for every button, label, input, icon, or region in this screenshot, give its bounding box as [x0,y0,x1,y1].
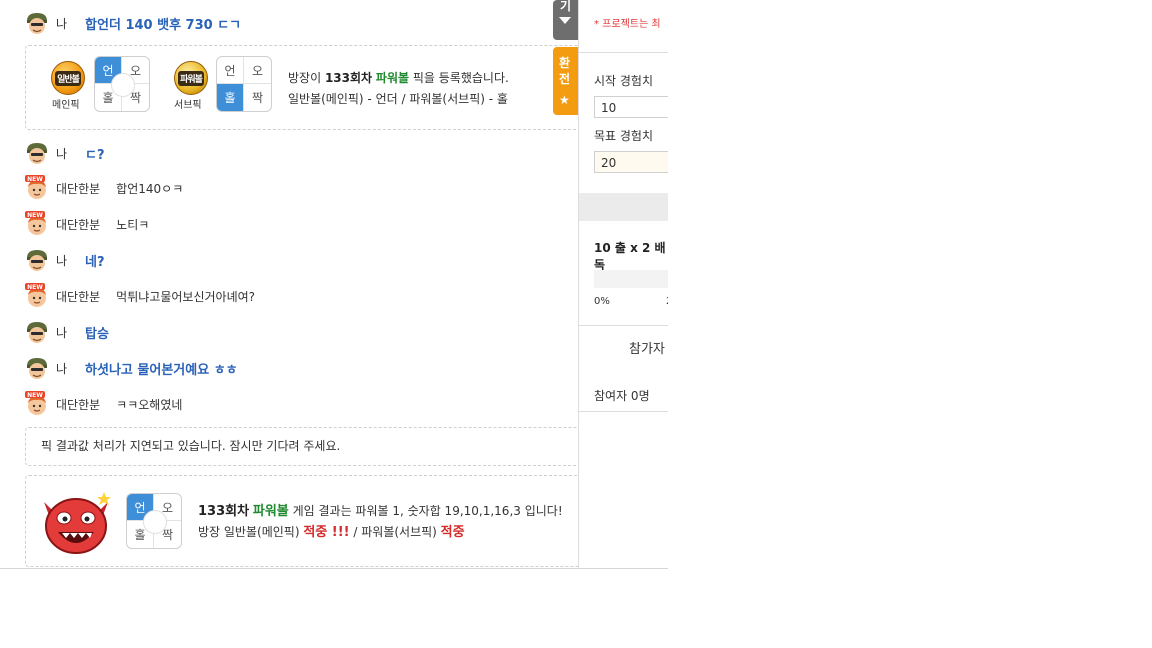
result-main-pick: 방장 일반볼(메인픽) [198,525,304,539]
side-panel: * 프로젝트는 최 시작 경험치 10 목표 경험치 20 10 출 x 2 배… [578,0,668,568]
chat-panel: 나 합언더 140 뱃후 730 ㄷㄱ 일반볼 메인픽 언 오 홀 짝 파워볼 … [0,0,578,568]
start-exp-input[interactable]: 10 [594,96,668,118]
chat-message: NEW 대단한분 ㅋㅋ오해였네 [24,391,182,417]
side-notice: * 프로젝트는 최 [594,19,661,30]
section-bar [579,193,668,221]
divider [579,52,668,53]
collapse-button-label: 기 [560,0,572,13]
pick-cell-odd: 홀 [217,84,244,111]
new-badge: NEW [27,392,43,399]
soldier-avatar-icon [24,247,50,273]
target-exp-input[interactable]: 20 [594,151,668,173]
pick-detail: 일반볼(메인픽) - 언더 / 파워볼(서브픽) - 홀 [288,92,508,106]
power-ball-text: 파워볼 [178,70,204,86]
message-author: 대단한분 [56,397,101,412]
normal-ball-icon: 일반볼 [51,61,85,95]
chat-message: NEW 대단한분 합언140ㅇㅋ [24,175,183,201]
soldier-avatar-icon [24,10,50,36]
new-badge: NEW [27,176,43,183]
delay-notice-box: 픽 결과값 처리가 지연되고 있습니다. 잠시만 기다려 주세요. [25,427,578,466]
soldier-avatar-icon [24,355,50,381]
chat-message: 나 합언더 140 뱃후 730 ㄷㄱ [24,10,241,36]
chat-message: 나 네? [24,247,105,273]
message-author: 나 [56,146,68,161]
result-summary: 게임 결과는 파워볼 1, 숫자합 19,10,1,16,3 입니다! [288,504,563,518]
participants-header: 참가자 [629,342,665,357]
message-author: 나 [56,325,68,340]
grid-center-dot [143,510,167,534]
main-pick-grid: 언 오 홀 짝 [94,56,150,112]
exchange-button-label: 환전 [559,56,571,86]
message-author: 대단한분 [56,289,101,304]
pick-round: 133회차 [324,71,373,85]
multiplier-text: 10 출 x 2 배독 [594,241,666,272]
result-sub-pick: / 파워볼(서브픽) [349,525,441,539]
result-grid: 언 오 홀 짝 [126,493,182,549]
message-text: 합언140ㅇㅋ [116,181,184,196]
start-exp-label: 시작 경험치 [594,74,654,88]
message-text: ㄷ? [85,147,105,163]
result-hit-main: 적중 !!! [303,525,350,540]
result-game: 파워볼 [252,504,289,519]
message-author: 대단한분 [56,217,101,232]
pick-registered-box: 일반볼 메인픽 언 오 홀 짝 파워볼 서브픽 언 오 홀 짝 방장이 133회… [25,45,578,130]
power-ball-icon: 파워볼 [174,61,208,95]
divider [579,411,668,412]
sub-pick-label: 서브픽 [174,100,202,111]
normal-ball-text: 일반볼 [55,70,81,86]
message-author: 대단한분 [56,181,101,196]
app-window: 나 합언더 140 뱃후 730 ㄷㄱ 일반볼 메인픽 언 오 홀 짝 파워볼 … [0,0,668,569]
message-text: 하셧나고 물어본거예요 ㅎㅎ [85,362,238,378]
progress-mark: 2 [666,296,668,307]
caret-down-icon [559,17,571,24]
pick-cell-over: 오 [244,57,271,84]
progress-bar [594,270,668,288]
newbie-avatar-icon: NEW [24,391,50,417]
message-author: 나 [56,253,68,268]
grid-center-dot [111,73,135,97]
sub-pick-grid: 언 오 홀 짝 [216,56,272,112]
delay-notice-text: 픽 결과값 처리가 지연되고 있습니다. 잠시만 기다려 주세요. [41,439,341,453]
newbie-avatar-icon: NEW [24,283,50,309]
chat-message: 나 탑승 [24,319,109,345]
divider [579,325,668,326]
pick-cell-under: 언 [217,57,244,84]
chat-message: 나 ㄷ? [24,140,105,166]
message-text: 탑승 [85,326,109,342]
message-text: 합언더 140 뱃후 730 ㄷㄱ [85,17,242,33]
pick-text-prefix: 방장이 [288,71,325,85]
newbie-avatar-icon: NEW [24,211,50,237]
target-exp-label: 목표 경험치 [594,129,654,143]
message-text: 네? [85,254,105,270]
collapse-button[interactable]: 기 [553,0,578,40]
message-text: 노티ㅋ [116,217,150,232]
result-round: 133회차 [198,504,250,519]
pick-registered-text: 방장이 133회차 파워볼 픽을 등록했습니다. 일반볼(메인픽) - 언더 /… [288,68,509,110]
new-badge: NEW [27,212,43,219]
participants-count: 참여자 0명 [594,389,650,403]
devil-mascot-icon [38,488,114,556]
pick-text-suffix: 픽을 등록했습니다. [409,71,509,85]
soldier-avatar-icon [24,140,50,166]
message-text: ㅋㅋ오해였네 [116,397,183,412]
chat-message: NEW 대단한분 먹튀냐고물어보신거아녜여? [24,283,255,309]
star-icon: ★ [559,93,570,107]
pick-game: 파워볼 [375,71,410,85]
result-text: 133회차 파워볼 게임 결과는 파워볼 1, 숫자합 19,10,1,16,3… [198,501,563,543]
message-author: 나 [56,16,68,31]
result-hit-sub: 적중 [440,525,465,540]
soldier-avatar-icon [24,319,50,345]
main-pick-label: 메인픽 [52,100,80,111]
newbie-avatar-icon: NEW [24,175,50,201]
chat-message: NEW 대단한분 노티ㅋ [24,211,149,237]
message-text: 먹튀냐고물어보신거아녜여? [116,289,256,304]
exchange-button[interactable]: 환전 ★ [553,47,578,115]
result-box: 언 오 홀 짝 133회차 파워볼 게임 결과는 파워볼 1, 숫자합 19,1… [25,475,578,567]
new-badge: NEW [27,284,43,291]
progress-label: 0% [594,296,610,307]
chat-message: 나 하셧나고 물어본거예요 ㅎㅎ [24,355,238,381]
message-author: 나 [56,361,68,376]
pick-cell-even: 짝 [251,91,264,105]
